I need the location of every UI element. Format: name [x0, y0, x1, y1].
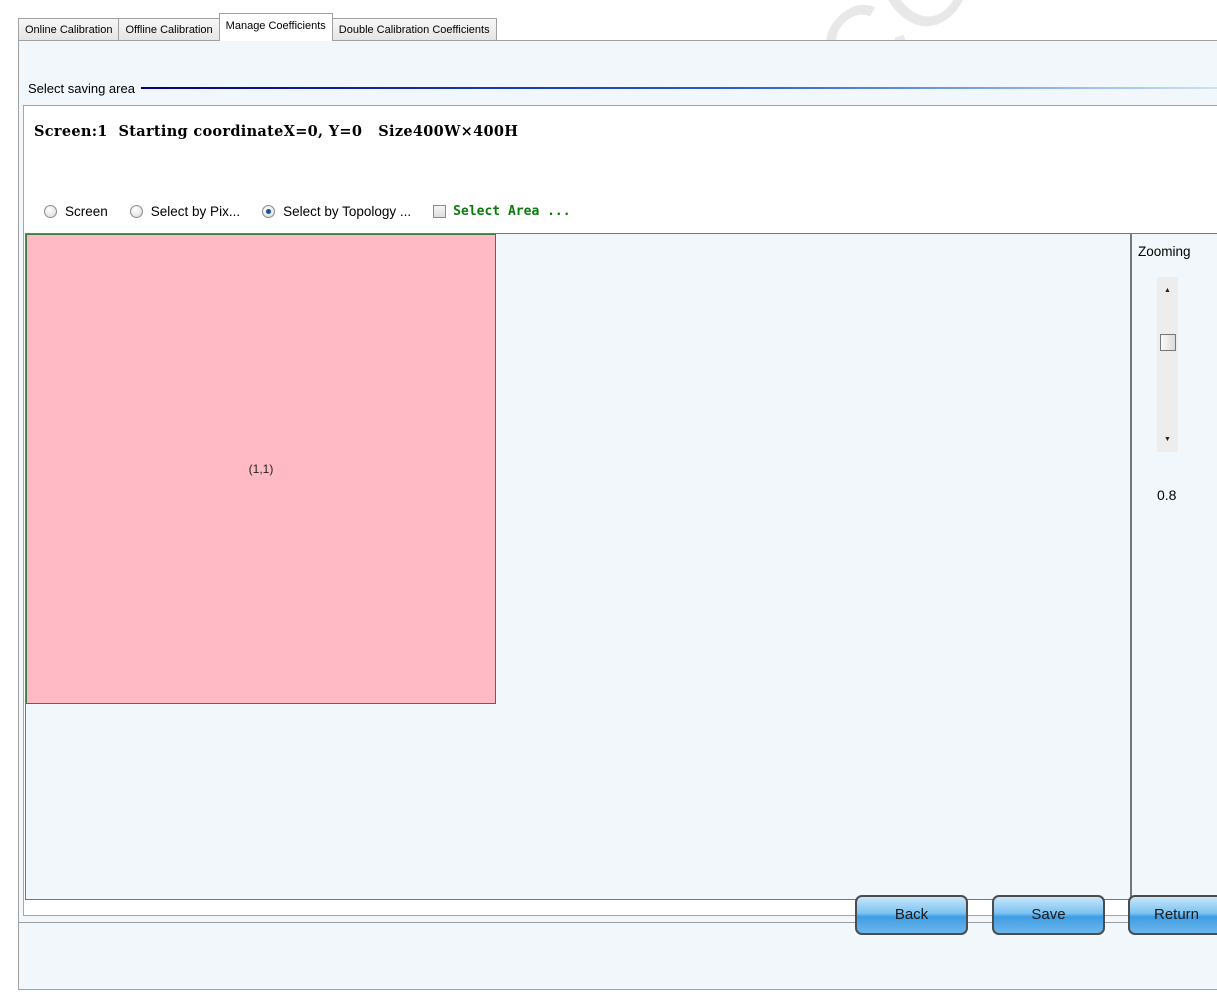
area-info: Screen:1 Starting coordinateX=0, Y=0 Siz…: [34, 123, 518, 140]
tab-double-calibration-coefficients[interactable]: Double Calibration Coefficients: [331, 18, 497, 41]
return-button[interactable]: Return: [1128, 895, 1217, 935]
coordinate-info: Starting coordinateX=0, Y=0: [118, 123, 363, 140]
group-title-line: [140, 87, 1217, 89]
screen-info: Screen:1: [34, 123, 108, 140]
radio-screen[interactable]: Screen: [44, 204, 108, 219]
checkbox-select-area[interactable]: Select Area ...: [433, 203, 571, 219]
zoom-label: Zooming: [1138, 244, 1191, 259]
radio-select-by-topology-indicator[interactable]: [262, 204, 276, 218]
zoom-slider-thumb[interactable]: [1160, 334, 1176, 351]
checkbox-select-area-box[interactable]: [433, 204, 447, 218]
tab-bar: Online Calibration Offline Calibration M…: [18, 13, 497, 41]
back-button[interactable]: Back: [855, 895, 968, 935]
radio-select-by-pixel-indicator[interactable]: [129, 204, 143, 218]
zoom-slider[interactable]: ▲ ▼: [1157, 277, 1178, 452]
tab-offline-calibration[interactable]: Offline Calibration: [118, 18, 220, 41]
tab-manage-coefficients[interactable]: Manage Coefficients: [218, 13, 333, 41]
triangle-down-icon[interactable]: ▼: [1157, 430, 1178, 448]
zoom-panel: Zooming ▲ ▼ 0.8: [1131, 233, 1217, 900]
selection-mode-options: Screen Select by Pix... Select by Topolo…: [44, 201, 571, 221]
group-title: Select saving area: [28, 80, 135, 96]
radio-select-by-pixel-label: Select by Pix...: [150, 203, 241, 219]
save-button[interactable]: Save: [992, 895, 1105, 935]
saving-area-group: Screen:1 Starting coordinateX=0, Y=0 Siz…: [23, 105, 1217, 916]
region-label: (1,1): [248, 462, 274, 476]
receiver-region[interactable]: (1,1): [26, 234, 496, 704]
tab-online-calibration[interactable]: Online Calibration: [18, 18, 120, 41]
tab-pane-manage-coefficients: Select saving area Screen:1 Starting coo…: [18, 40, 1217, 990]
saving-area-group-header: Select saving area: [28, 79, 1217, 97]
radio-select-by-pixel[interactable]: Select by Pix...: [129, 203, 241, 219]
radio-screen-label: Screen: [65, 203, 108, 219]
radio-screen-indicator[interactable]: [44, 204, 57, 218]
topology-canvas[interactable]: (1,1): [25, 233, 1131, 900]
zoom-value: 0.8: [1157, 487, 1177, 503]
size-info: Size400W×400H: [378, 123, 519, 140]
checkbox-select-area-label: Select Area ...: [453, 203, 571, 219]
triangle-up-icon[interactable]: ▲: [1157, 281, 1178, 299]
radio-select-by-topology[interactable]: Select by Topology ...: [262, 204, 411, 219]
radio-select-by-topology-label: Select by Topology ...: [283, 203, 412, 219]
